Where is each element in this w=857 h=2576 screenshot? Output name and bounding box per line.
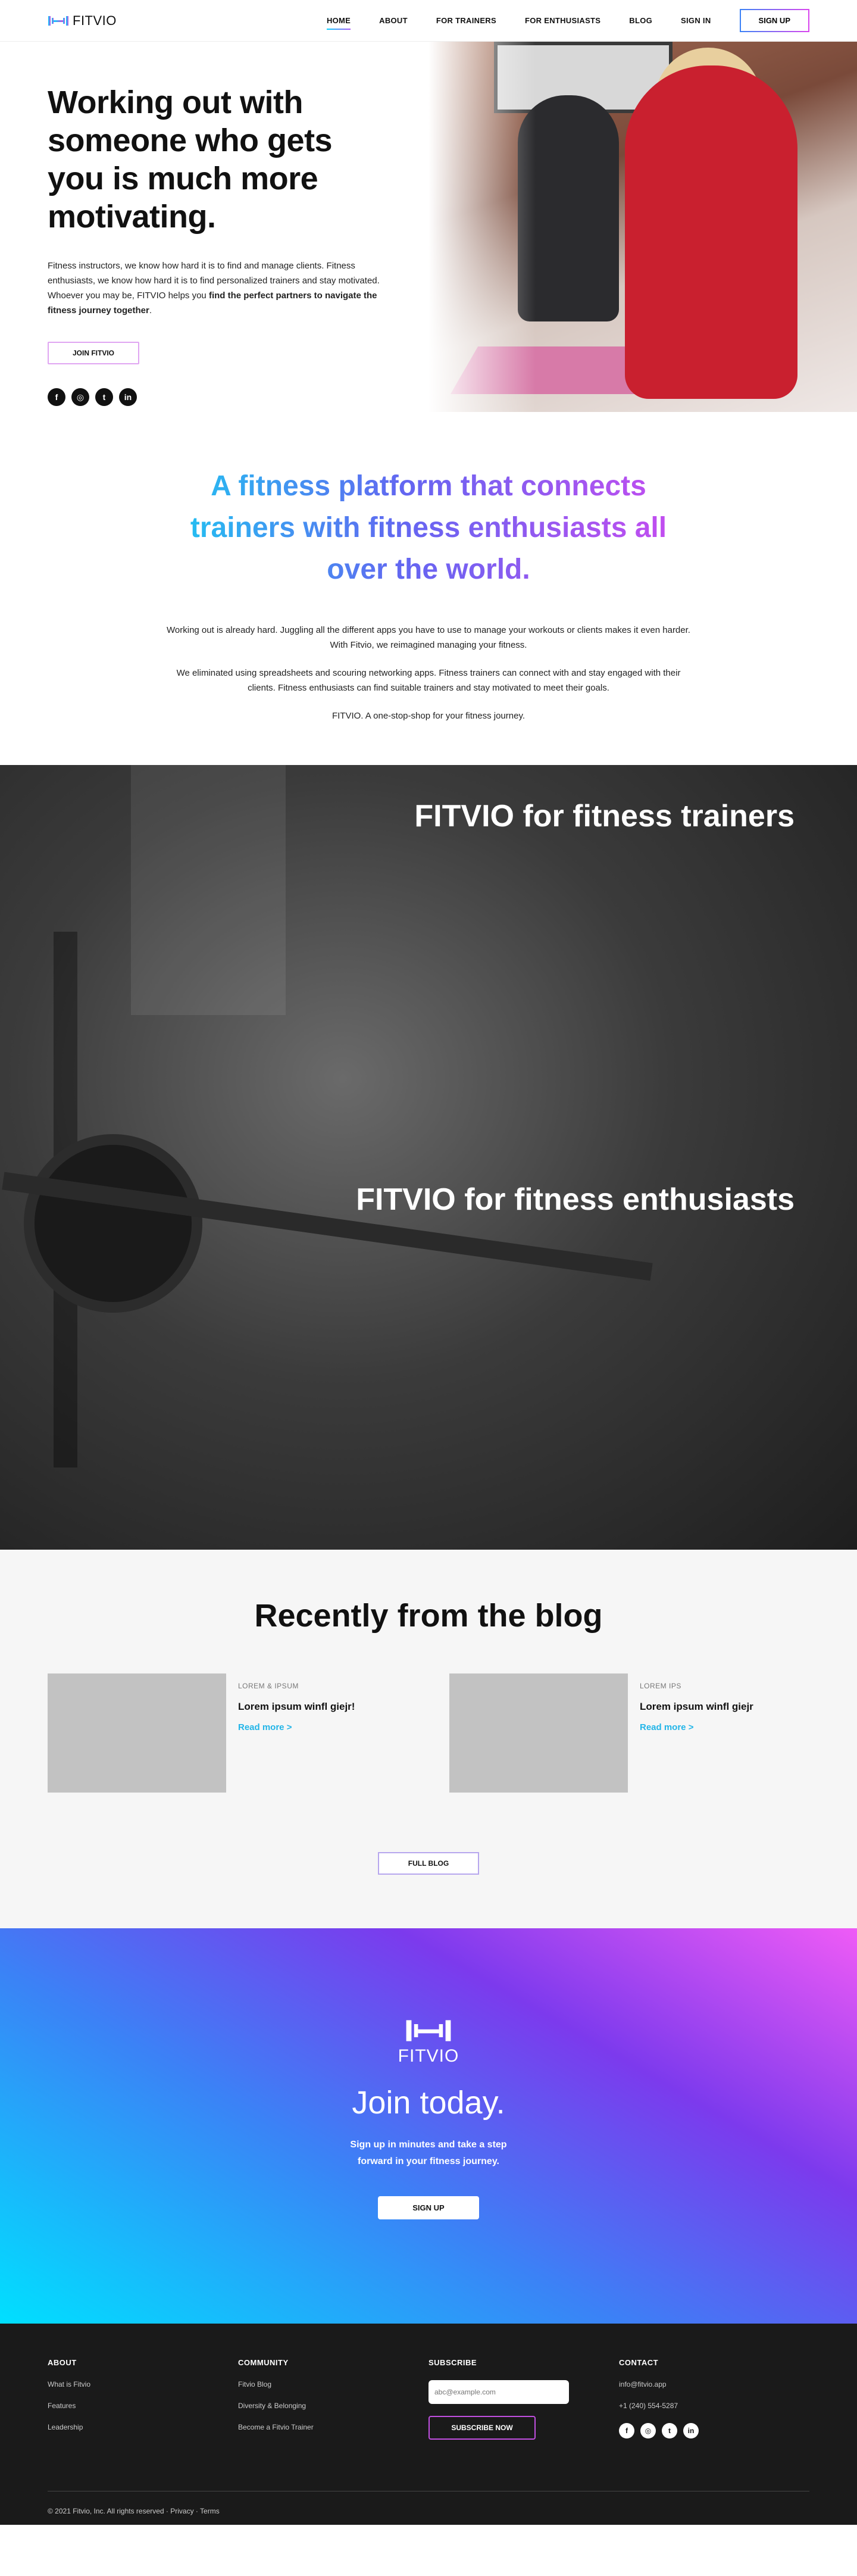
facebook-icon[interactable]: f	[619, 2423, 634, 2438]
photo-fade	[428, 42, 857, 412]
blog-post[interactable]: LOREM & IPSUM Lorem ipsum winfl giejr! R…	[48, 1673, 408, 1793]
hero-photo	[428, 42, 857, 412]
post-category: LOREM & IPSUM	[238, 1682, 299, 1690]
hero-content: Working out with someone who gets you is…	[0, 42, 428, 412]
footer-contact-title: CONTACT	[619, 2358, 659, 2367]
instagram-icon[interactable]: ◎	[640, 2423, 656, 2438]
audience-section: FITVIO for fitness trainers FITVIO for f…	[0, 765, 857, 1550]
nav-for-enthusiasts[interactable]: FOR ENTHUSIASTS	[525, 13, 600, 29]
nav-home[interactable]: HOME	[326, 13, 351, 30]
enthusiasts-heading[interactable]: FITVIO for fitness enthusiasts	[356, 1182, 795, 1217]
footer-columns: ABOUT What is Fitvio Features Leadership…	[48, 2358, 809, 2440]
contact-phone[interactable]: +1 (240) 554-5287	[619, 2402, 809, 2410]
full-blog-button[interactable]: FULL BLOG	[378, 1852, 479, 1875]
weight-plate	[24, 1134, 202, 1313]
hero-section: Working out with someone who gets you is…	[0, 42, 857, 412]
join-text: Sign up in minutes and take a step forwa…	[350, 2140, 507, 2166]
platform-paragraph-1: Working out is already hard. Juggling al…	[167, 625, 690, 650]
footer-contact: CONTACT info@fitvio.app +1 (240) 554-528…	[619, 2358, 809, 2440]
blog-post[interactable]: LOREM IPS Lorem ipsum winfl giejr Read m…	[449, 1673, 809, 1793]
footer-link[interactable]: Fitvio Blog	[238, 2380, 428, 2388]
footer-subscribe: SUBSCRIBE SUBSCRIBE NOW	[428, 2358, 619, 2440]
footer-about: ABOUT What is Fitvio Features Leadership	[48, 2358, 238, 2440]
footer-subscribe-title: SUBSCRIBE	[428, 2358, 477, 2367]
footer-link[interactable]: Diversity & Belonging	[238, 2402, 428, 2410]
facebook-icon[interactable]: f	[48, 388, 65, 406]
footer-social-links: f ◎ t in	[619, 2423, 809, 2438]
hero-social-links: f ◎ t in	[48, 388, 381, 406]
subscribe-now-button[interactable]: SUBSCRIBE NOW	[428, 2416, 536, 2440]
background-window	[131, 765, 286, 1015]
post-title[interactable]: Lorem ipsum winfl giejr!	[238, 1701, 355, 1713]
nav-about[interactable]: ABOUT	[379, 13, 408, 29]
platform-section: A fitness platform that connects trainer…	[0, 412, 857, 765]
footer-about-title: ABOUT	[48, 2358, 77, 2367]
dumbbell-icon	[406, 2020, 451, 2041]
post-thumbnail[interactable]	[48, 1673, 226, 1793]
hero-description: Fitness instructors, we know how hard it…	[48, 258, 381, 318]
join-sign-up-button[interactable]: SIGN UP	[378, 2196, 479, 2219]
blog-section: Recently from the blog LOREM & IPSUM Lor…	[0, 1550, 857, 1928]
brand-name: FITVIO	[73, 13, 117, 28]
trainers-heading[interactable]: FITVIO for fitness trainers	[414, 798, 795, 834]
footer-link[interactable]: Become a Fitvio Trainer	[238, 2423, 428, 2431]
read-more-link[interactable]: Read more >	[238, 1722, 355, 1732]
join-title: Join today.	[352, 2085, 505, 2121]
twitter-icon[interactable]: t	[95, 388, 113, 406]
footer: ABOUT What is Fitvio Features Leadership…	[0, 2324, 857, 2525]
subscribe-email-input[interactable]	[428, 2380, 569, 2404]
instagram-icon[interactable]: ◎	[71, 388, 89, 406]
platform-paragraph-2: We eliminated using spreadsheets and sco…	[176, 668, 681, 693]
twitter-icon[interactable]: t	[662, 2423, 677, 2438]
blog-posts: LOREM & IPSUM Lorem ipsum winfl giejr! R…	[48, 1673, 809, 1793]
post-category: LOREM IPS	[640, 1682, 681, 1690]
blog-title: Recently from the blog	[254, 1598, 603, 1634]
read-more-link[interactable]: Read more >	[640, 1722, 753, 1732]
join-logo: FITVIO	[0, 2018, 857, 2066]
post-thumbnail[interactable]	[449, 1673, 628, 1793]
nav-for-trainers[interactable]: FOR TRAINERS	[436, 13, 496, 29]
contact-email[interactable]: info@fitvio.app	[619, 2380, 809, 2388]
top-nav: FITVIO HOME ABOUT FOR TRAINERS FOR ENTHU…	[0, 0, 857, 42]
linkedin-icon[interactable]: in	[683, 2423, 699, 2438]
copyright: © 2021 Fitvio, Inc. All rights reserved …	[48, 2491, 809, 2515]
footer-community-title: COMMUNITY	[238, 2358, 289, 2367]
brand-logo[interactable]: FITVIO	[48, 13, 117, 29]
post-meta: LOREM IPS Lorem ipsum winfl giejr Read m…	[640, 1673, 753, 1793]
hero-text-end: .	[149, 305, 152, 316]
nav-sign-in[interactable]: SIGN IN	[681, 13, 711, 29]
platform-paragraph-3: FITVIO. A one-stop-shop for your fitness…	[331, 711, 526, 721]
hero-title: Working out with someone who gets you is…	[48, 85, 333, 235]
linkedin-icon[interactable]: in	[119, 388, 137, 406]
nav-links: HOME ABOUT FOR TRAINERS FOR ENTHUSIASTS …	[326, 9, 809, 32]
footer-link[interactable]: Features	[48, 2402, 238, 2410]
join-section: FITVIO Join today. Sign up in minutes an…	[0, 1928, 857, 2324]
footer-link[interactable]: Leadership	[48, 2423, 238, 2431]
post-meta: LOREM & IPSUM Lorem ipsum winfl giejr! R…	[238, 1673, 355, 1793]
join-fitvio-button[interactable]: JOIN FITVIO	[48, 342, 140, 364]
footer-community: COMMUNITY Fitvio Blog Diversity & Belong…	[238, 2358, 428, 2440]
nav-blog[interactable]: BLOG	[629, 13, 652, 29]
join-logo-name: FITVIO	[398, 2046, 459, 2066]
sign-up-button[interactable]: SIGN UP	[739, 9, 809, 32]
platform-title: A fitness platform that connects trainer…	[179, 466, 678, 591]
dumbbell-icon	[48, 15, 68, 26]
post-title[interactable]: Lorem ipsum winfl giejr	[640, 1701, 753, 1713]
footer-link[interactable]: What is Fitvio	[48, 2380, 238, 2388]
